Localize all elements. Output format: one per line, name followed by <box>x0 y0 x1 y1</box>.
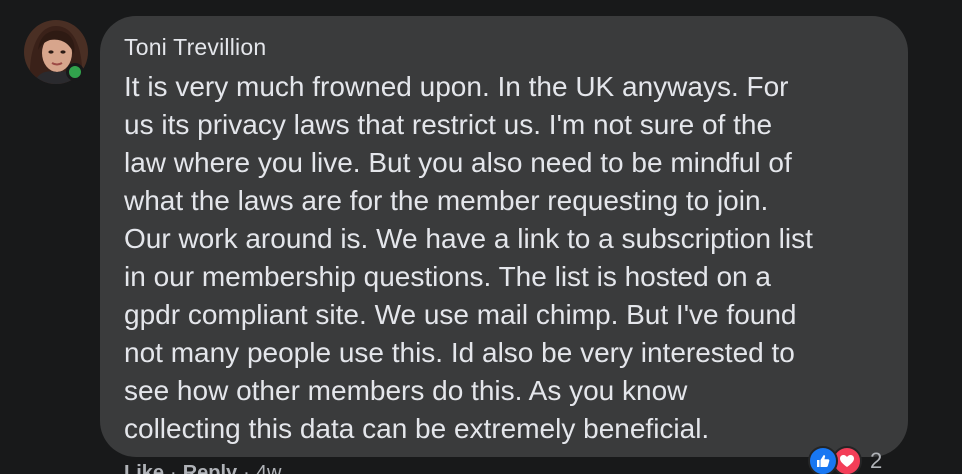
action-separator: · <box>243 462 250 474</box>
comment-actions: Like · Reply · 4w <box>124 462 281 474</box>
comment-timestamp[interactable]: 4w <box>256 462 282 474</box>
online-status-dot <box>66 63 84 81</box>
reply-button[interactable]: Reply <box>183 462 237 474</box>
comment-thread: Toni Trevillion It is very much frowned … <box>0 0 962 474</box>
comment-text-line: law where you live. But you also need to… <box>124 147 792 178</box>
comment-text: It is very much frowned upon. In the UK … <box>124 68 904 448</box>
action-separator: · <box>170 462 177 474</box>
comment-text-line: see how other members do this. As you kn… <box>124 375 688 406</box>
comment-text-line: collecting this data can be extremely be… <box>124 413 710 444</box>
like-icon <box>808 446 838 474</box>
like-button[interactable]: Like <box>124 462 164 474</box>
comment-text-line: what the laws are for the member request… <box>124 185 769 216</box>
reaction-count: 2 <box>870 448 883 473</box>
comment-bubble: Toni Trevillion It is very much frowned … <box>100 16 908 457</box>
comment-text-line: us its privacy laws that restrict us. I'… <box>124 109 773 140</box>
comment-text-line: in our membership questions. The list is… <box>124 261 771 292</box>
comment-text-line: not many people use this. Id also be ver… <box>124 337 795 368</box>
reaction-summary[interactable]: 2 <box>808 444 882 474</box>
comment-text-line: gpdr compliant site. We use mail chimp. … <box>124 299 797 330</box>
comment-text-line: Our work around is. We have a link to a … <box>124 223 813 254</box>
comment-text-line: It is very much frowned upon. In the UK … <box>124 71 789 102</box>
comment-author-name[interactable]: Toni Trevillion <box>124 33 888 61</box>
